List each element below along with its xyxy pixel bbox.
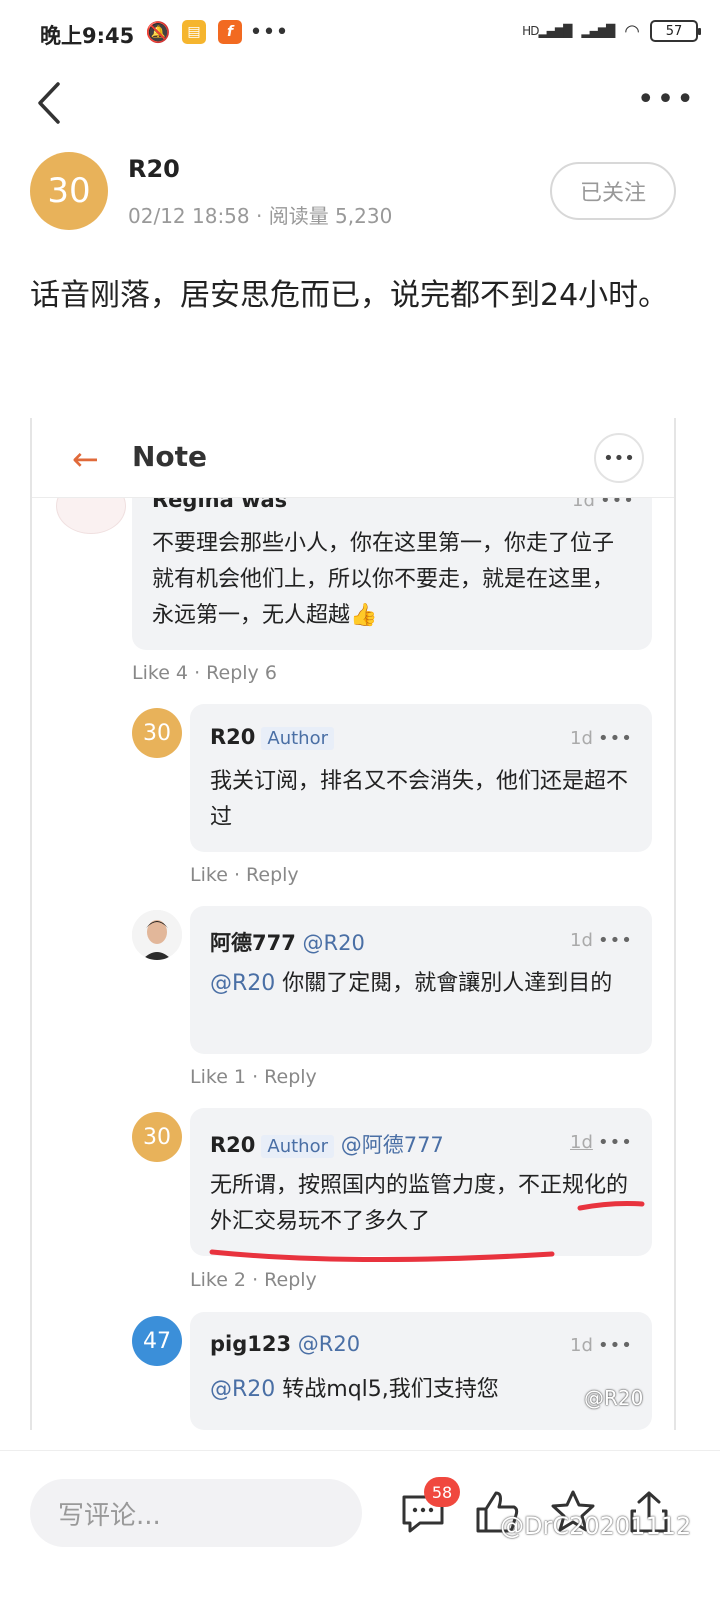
separator: · bbox=[194, 662, 207, 684]
message-app-icon: ▤ bbox=[182, 20, 206, 44]
status-bar: 晚上9:45 🔕 ▤ f ••• HD▂▄▆█ ▂▄▆█ ◠ 57 bbox=[0, 0, 720, 70]
comment-actions: Like 1 · Reply bbox=[190, 1066, 317, 1088]
reply-button[interactable]: Reply 6 bbox=[206, 662, 277, 684]
arrow-left-icon: ← bbox=[72, 440, 99, 478]
reply-button[interactable]: Reply bbox=[246, 864, 299, 886]
comment-author: R20 Author bbox=[210, 725, 335, 750]
reply-button[interactable]: Reply bbox=[264, 1066, 317, 1088]
mention[interactable]: @R20 bbox=[298, 1332, 360, 1356]
chevron-left-icon bbox=[38, 82, 60, 124]
avatar: 30 bbox=[132, 1112, 182, 1162]
comment-author: pig123 @R20 bbox=[210, 1332, 361, 1356]
watermark: @DrC20201112 bbox=[500, 1512, 692, 1540]
comment-bubble bbox=[190, 1312, 652, 1430]
note-header: ← Note ••• bbox=[32, 418, 674, 498]
comment-count-badge: 58 bbox=[424, 1477, 460, 1507]
separator: · bbox=[252, 1269, 265, 1291]
red-underline-annotation bbox=[209, 1201, 645, 1263]
author-tag: Author bbox=[261, 727, 335, 750]
mention[interactable]: @R20 bbox=[210, 971, 275, 996]
post-meta: 02/12 18:58 · 阅读量 5,230 bbox=[128, 204, 393, 228]
like-button[interactable]: Like 1 bbox=[190, 1066, 246, 1088]
status-notifications: 🔕 ▤ f ••• bbox=[145, 19, 289, 45]
comment-actions: Like 2 · Reply bbox=[190, 1269, 317, 1291]
status-time: 晚上9:45 bbox=[40, 24, 135, 48]
more-notifications-icon: ••• bbox=[249, 19, 289, 45]
comment-text: @R20 转战mql5,我们支持您 bbox=[210, 1372, 638, 1408]
mention[interactable]: @阿德777 bbox=[341, 1133, 444, 1157]
app-notification-icon: f bbox=[218, 20, 242, 44]
comment-more-icon: ••• bbox=[598, 728, 633, 749]
back-button[interactable] bbox=[30, 78, 70, 128]
author-avatar[interactable]: 30 bbox=[30, 152, 108, 230]
comment-text: 不要理会那些小人，你在这里第一，你走了位子就有机会他们上，所以你不要走，就是在这… bbox=[152, 531, 615, 628]
battery-level: 57 bbox=[665, 23, 683, 39]
comment-more-icon: ••• bbox=[598, 1335, 633, 1356]
comment-author: 阿德777 @R20 bbox=[210, 931, 365, 955]
like-button[interactable]: Like bbox=[190, 864, 228, 886]
author-name[interactable]: R20 bbox=[128, 155, 180, 183]
author-tag: Author bbox=[261, 1135, 335, 1158]
hd-signal-icon: HD▂▄▆█ bbox=[522, 24, 572, 38]
comment-text-content: 转战mql5,我们支持您 bbox=[275, 1377, 499, 1402]
status-system-icons: HD▂▄▆█ ▂▄▆█ ◠ 57 bbox=[522, 20, 701, 42]
comment-text: @R20 你關了定閱，就會讓別人達到目的 bbox=[210, 966, 638, 1002]
comment-time: 1d bbox=[570, 1132, 593, 1153]
comment-actions: Like · Reply bbox=[190, 864, 299, 886]
battery-icon: 57 bbox=[650, 20, 701, 42]
separator: · bbox=[233, 864, 247, 886]
like-button[interactable]: Like 2 bbox=[190, 1269, 246, 1291]
watermark: @R20 bbox=[584, 1386, 644, 1410]
bell-off-icon: 🔕 bbox=[145, 20, 171, 44]
comment-time: 1d bbox=[570, 1335, 593, 1356]
comment-actions: Like 4 · Reply 6 bbox=[132, 662, 277, 684]
comment-author: R20 Author @阿德777 bbox=[210, 1133, 444, 1158]
note-title: Note bbox=[132, 440, 208, 473]
follow-button[interactable]: 已关注 bbox=[550, 162, 676, 220]
person-photo-icon bbox=[132, 910, 182, 960]
reply-button[interactable]: Reply bbox=[264, 1269, 317, 1291]
avatar bbox=[132, 910, 182, 960]
more-icon: ••• bbox=[594, 433, 644, 483]
avatar: 30 bbox=[132, 708, 182, 758]
comment-more-icon: ••• bbox=[598, 1132, 633, 1153]
separator: · bbox=[252, 1066, 265, 1088]
comment-text-content: 你關了定閱，就會讓別人達到目的 bbox=[275, 971, 613, 996]
mention[interactable]: @R20 bbox=[303, 931, 365, 955]
comment-time: 1d bbox=[570, 930, 593, 951]
like-button[interactable]: Like 4 bbox=[132, 662, 188, 684]
comment-more-icon: ••• bbox=[598, 930, 633, 951]
wifi-icon: ◠ bbox=[624, 20, 640, 42]
avatar: 47 bbox=[132, 1316, 182, 1366]
mention[interactable]: @R20 bbox=[210, 1377, 275, 1402]
comment-text: 我关订阅，排名又不会消失，他们还是超不过 bbox=[210, 769, 629, 830]
embedded-screenshot[interactable]: ← Note ••• Regina was 1d ••• 不要理会那些小人，你在… bbox=[30, 418, 676, 1430]
more-options-button[interactable]: ••• bbox=[637, 85, 696, 115]
post-body: 话音刚落，居安思危而已，说完都不到24小时。 bbox=[30, 278, 669, 313]
comment-time: 1d bbox=[570, 728, 593, 749]
signal-icon: ▂▄▆█ bbox=[581, 24, 615, 38]
comment-input[interactable]: 写评论... bbox=[30, 1479, 362, 1547]
